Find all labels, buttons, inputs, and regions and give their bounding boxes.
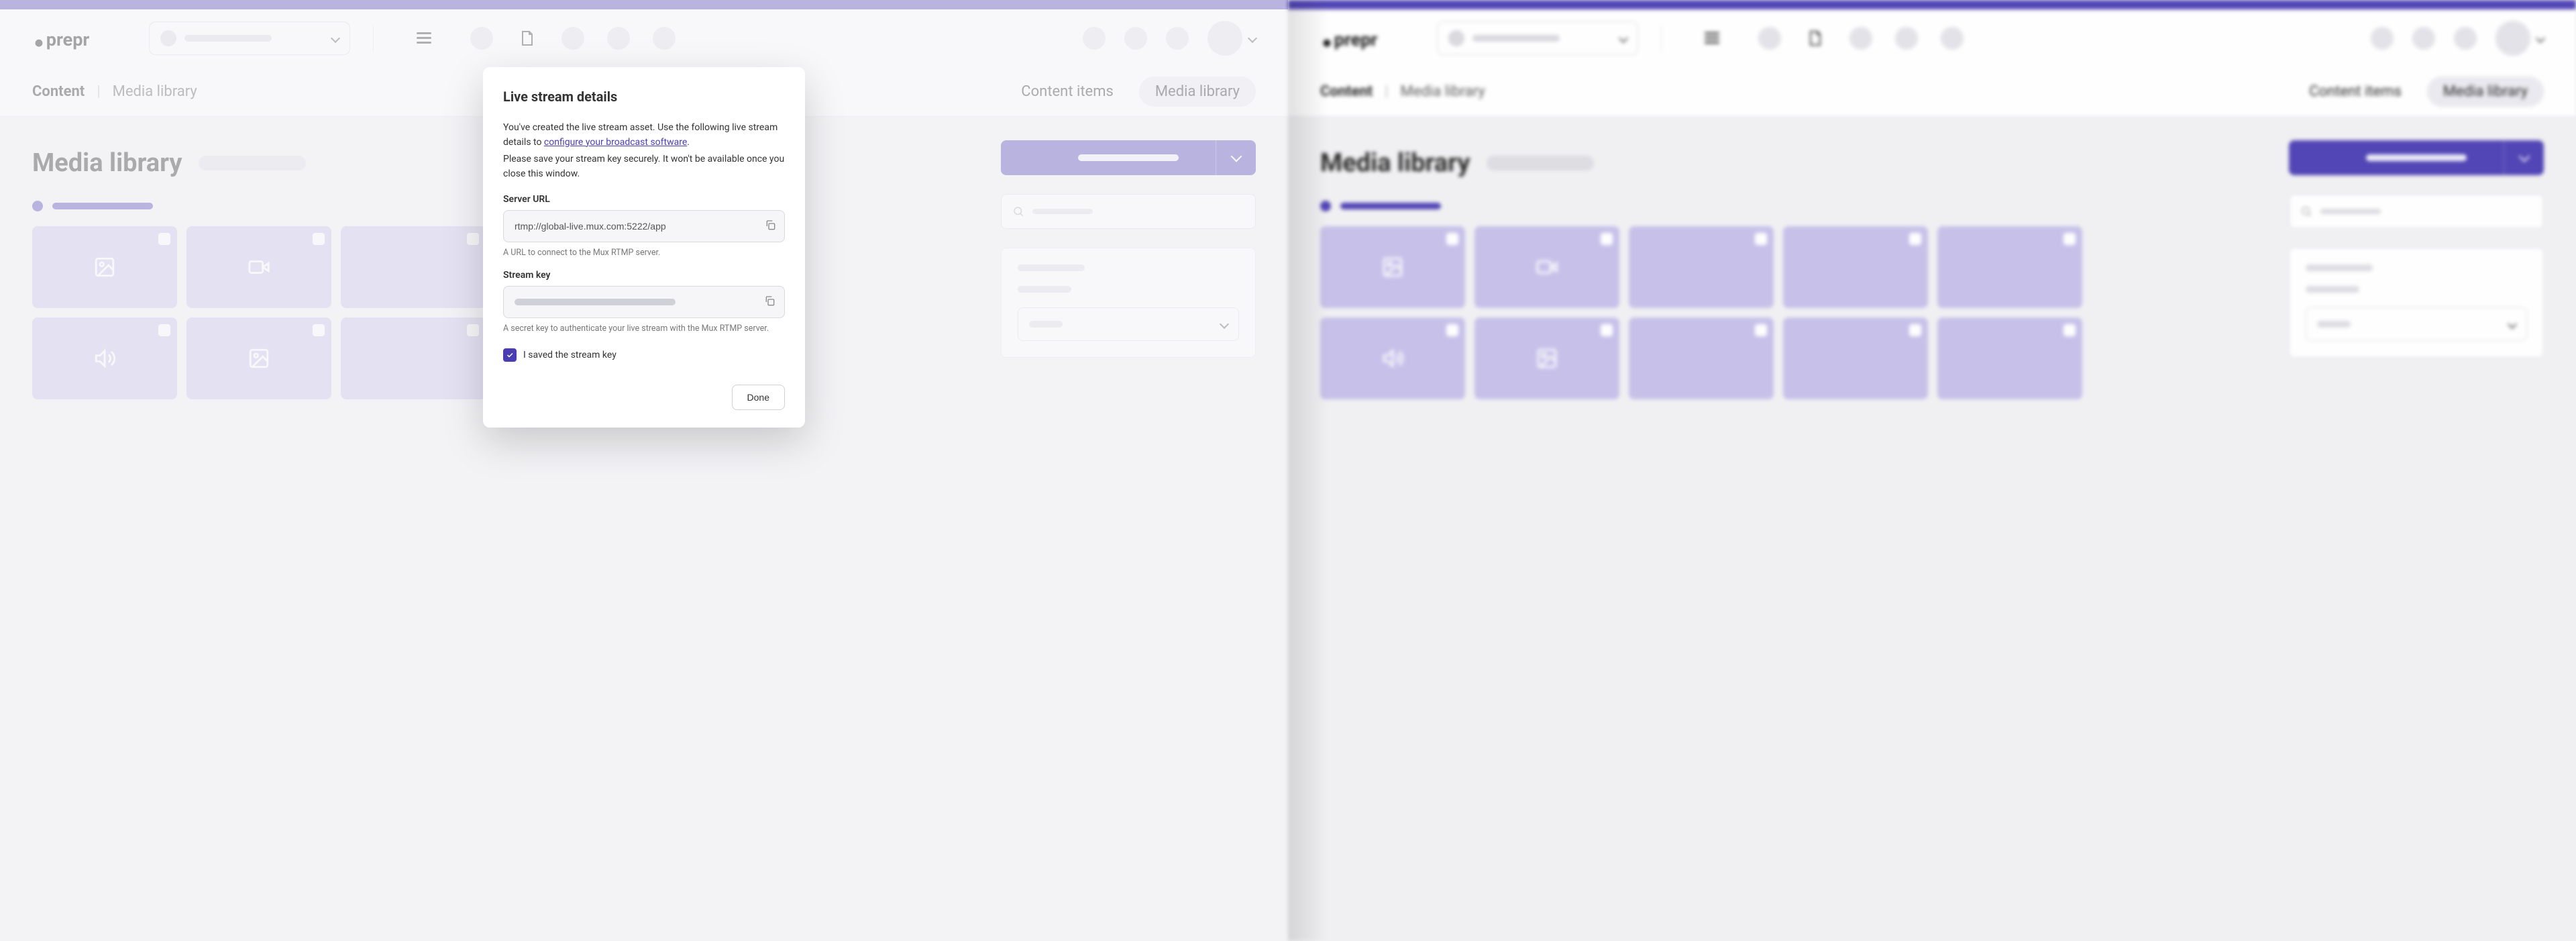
card-checkbox[interactable] (1446, 233, 1458, 245)
media-card[interactable] (1937, 226, 2082, 308)
media-card[interactable] (1629, 317, 1774, 399)
nav-placeholder-4[interactable] (1895, 27, 1918, 50)
tab-content-items[interactable]: Content items (2293, 77, 2418, 107)
stream-key-label: Stream key (503, 270, 785, 281)
environment-dropdown[interactable] (1437, 21, 1638, 55)
card-checkbox[interactable] (2063, 324, 2076, 336)
svg-text:prepr: prepr (1334, 28, 1378, 50)
user-menu[interactable] (2496, 21, 2544, 56)
server-url-input[interactable] (503, 210, 785, 242)
avatar (2496, 21, 2530, 56)
search-icon (2300, 205, 2312, 217)
nav-placeholder-5[interactable] (1941, 27, 1964, 50)
card-checkbox[interactable] (1601, 233, 1613, 245)
breadcrumb-root[interactable]: Content (1320, 83, 1373, 100)
media-card[interactable] (1783, 317, 1928, 399)
configure-software-link[interactable]: configure your broadcast software (544, 137, 687, 148)
card-checkbox[interactable] (2063, 233, 2076, 245)
chevron-down-icon (2518, 151, 2530, 162)
modal-intro: You've created the live stream asset. Us… (503, 121, 785, 150)
live-stream-details-modal: Live stream details You've created the l… (483, 67, 805, 428)
saved-key-checkbox-label: I saved the stream key (523, 350, 616, 360)
page-title: Media library (1320, 148, 1470, 178)
card-checkbox[interactable] (1909, 233, 1921, 245)
primary-action-button[interactable] (2289, 140, 2544, 175)
search-placeholder-skeleton (2320, 209, 2381, 214)
filter-select[interactable] (2306, 307, 2527, 341)
breadcrumb: Content | Media library (1320, 83, 1485, 100)
modal-title: Live stream details (503, 89, 785, 105)
server-url-hint: A URL to connect to the Mux RTMP server. (503, 248, 785, 258)
card-checkbox[interactable] (1909, 324, 1921, 336)
top-accent-strip (1288, 0, 2576, 9)
media-card[interactable] (1783, 226, 1928, 308)
copy-icon[interactable] (764, 295, 775, 309)
stream-key-value-skeleton (515, 299, 676, 305)
divider (1661, 25, 1662, 52)
card-checkbox[interactable] (1446, 324, 1458, 336)
breadcrumb-separator: | (1385, 83, 1388, 100)
media-card[interactable] (1629, 226, 1774, 308)
image-icon (1536, 347, 1558, 370)
media-grid (1320, 226, 2257, 399)
media-card[interactable] (1474, 226, 1619, 308)
search-input[interactable] (2289, 194, 2544, 229)
audio-icon (1381, 347, 1404, 370)
card-checkbox[interactable] (1755, 233, 1767, 245)
media-card[interactable] (1320, 226, 1465, 308)
card-checkbox[interactable] (1601, 324, 1613, 336)
check-icon (506, 351, 514, 359)
media-card[interactable] (1320, 317, 1465, 399)
env-name-skeleton (1472, 35, 1560, 42)
media-card[interactable] (1937, 317, 2082, 399)
chevron-down-icon (1619, 33, 1628, 42)
env-indicator-icon (1448, 30, 1464, 46)
primary-action-dropdown[interactable] (2504, 140, 2544, 175)
header-action-2[interactable] (2412, 27, 2435, 50)
filter-label-skeleton (2306, 264, 2373, 271)
chevron-down-icon (2536, 33, 2545, 42)
done-button[interactable]: Done (732, 385, 785, 410)
filter-active-skeleton[interactable] (1340, 203, 1441, 209)
tab-media-library[interactable]: Media library (2427, 77, 2544, 107)
breadcrumb-current: Media library (1401, 83, 1485, 100)
brand-logo[interactable]: prepr (1320, 26, 1394, 50)
page-subtitle-skeleton (1487, 156, 1594, 170)
select-value-skeleton (2317, 321, 2351, 328)
filter-indicator-icon[interactable] (1320, 201, 1331, 211)
nav-placeholder-3[interactable] (1849, 27, 1872, 50)
filter-label-skeleton (2306, 286, 2359, 293)
modal-intro-2: Please save your stream key securely. It… (503, 152, 785, 181)
menu-icon[interactable] (1705, 32, 1719, 44)
stream-key-input[interactable] (503, 286, 785, 318)
primary-action-label-skeleton (2366, 154, 2467, 161)
document-icon[interactable] (1804, 27, 1827, 50)
filter-panel (2289, 248, 2544, 358)
saved-key-checkbox[interactable] (503, 348, 517, 362)
nav-placeholder-1[interactable] (1758, 27, 1781, 50)
server-url-label: Server URL (503, 194, 785, 205)
header-action-1[interactable] (2371, 27, 2394, 50)
card-checkbox[interactable] (1755, 324, 1767, 336)
modal-overlay: Live stream details You've created the l… (0, 0, 1288, 941)
video-icon (1536, 256, 1558, 279)
chevron-down-icon (2508, 319, 2517, 329)
media-card[interactable] (1474, 317, 1619, 399)
app-header: prepr (1288, 9, 2576, 117)
image-icon (1381, 256, 1404, 279)
stream-key-hint: A secret key to authenticate your live s… (503, 324, 785, 334)
header-action-3[interactable] (2454, 27, 2477, 50)
copy-icon[interactable] (765, 219, 775, 233)
